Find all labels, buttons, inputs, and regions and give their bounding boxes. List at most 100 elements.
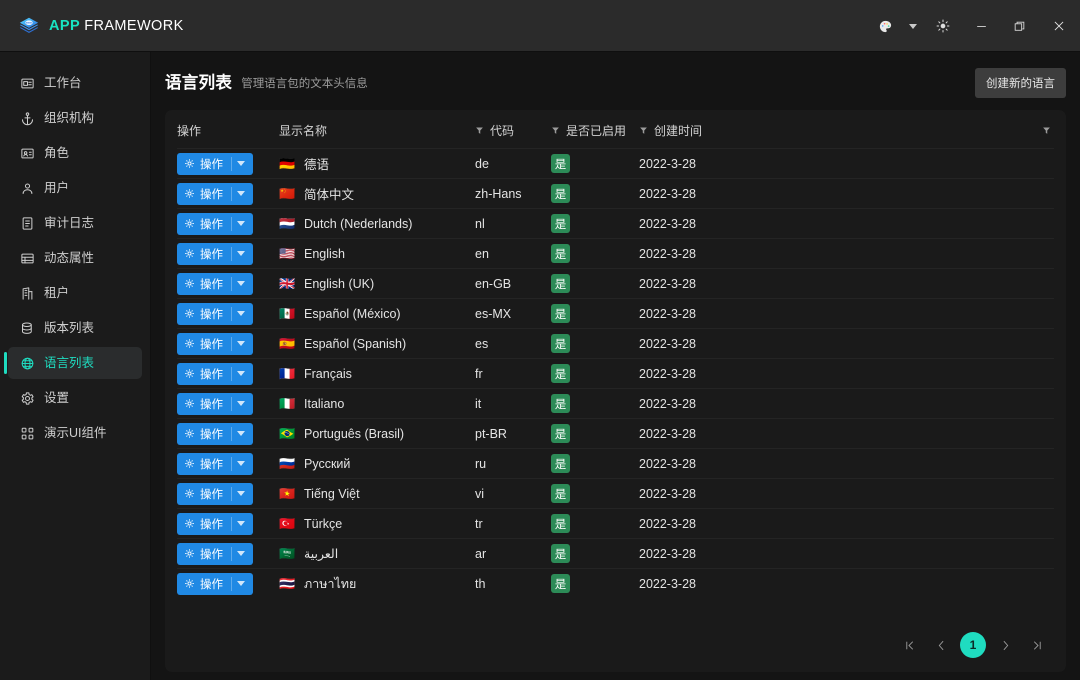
pagination-first[interactable]	[896, 632, 922, 658]
row-action-button[interactable]: 操作	[177, 452, 253, 475]
chevron-down-icon[interactable]	[237, 341, 245, 346]
cell-created: 2022-3-28	[639, 426, 696, 441]
pagination-prev[interactable]	[928, 632, 954, 658]
chevron-down-icon[interactable]	[237, 161, 245, 166]
chevron-down-icon[interactable]	[237, 461, 245, 466]
table-row: 操作 🇮🇹 Italiano it 是 2022-3-28	[177, 388, 1054, 419]
action-divider	[231, 306, 232, 321]
sidebar-item-6[interactable]: 动态属性	[8, 242, 142, 274]
sidebar-item-label: 用户	[44, 180, 70, 195]
chevron-down-icon[interactable]	[237, 431, 245, 436]
cell-enabled: 是	[551, 329, 639, 359]
dashboard-icon	[21, 78, 34, 88]
cell-created: 2022-3-28	[639, 186, 696, 201]
id-card-icon	[21, 148, 34, 158]
row-action-label: 操作	[200, 278, 223, 291]
sidebar-item-11[interactable]: 演示UI组件	[8, 417, 142, 449]
chevron-down-icon[interactable]	[237, 551, 245, 556]
row-action-label: 操作	[200, 398, 223, 411]
chevron-down-icon[interactable]	[237, 251, 245, 256]
row-action-button[interactable]: 操作	[177, 242, 253, 265]
chevron-down-icon[interactable]	[237, 581, 245, 587]
table-header: 操作 显示名称 代码 是否已启用 创建时间	[177, 110, 1054, 149]
row-action-label: 操作	[200, 188, 223, 201]
filter-icon[interactable]	[475, 126, 484, 135]
cell-created: 2022-3-28	[639, 396, 696, 411]
language-table: 操作 显示名称 代码 是否已启用 创建时间 操作 🇩🇪 德语 de 是 2022…	[177, 110, 1054, 599]
sidebar-item-8[interactable]: 版本列表	[8, 312, 142, 344]
row-action-button[interactable]: 操作	[177, 332, 253, 355]
filter-icon[interactable]	[551, 126, 560, 135]
gear-icon	[21, 391, 34, 405]
cell-enabled: 是	[551, 269, 639, 299]
chevron-down-icon[interactable]	[237, 311, 245, 316]
language-name: Español (México)	[304, 306, 401, 321]
cell-created: 2022-3-28	[639, 156, 696, 171]
row-action-button[interactable]: 操作	[177, 152, 253, 175]
column-header-created[interactable]: 创建时间	[639, 110, 1054, 149]
chevron-left-icon	[938, 640, 943, 650]
theme-palette-button[interactable]	[868, 0, 902, 52]
minimize-button[interactable]	[962, 0, 1000, 52]
chevron-down-icon[interactable]	[237, 491, 245, 496]
close-button[interactable]	[1038, 0, 1080, 52]
row-action-button[interactable]: 操作	[177, 572, 253, 595]
sidebar-item-3[interactable]: 角色	[8, 137, 142, 169]
column-header-name[interactable]: 显示名称	[279, 110, 475, 149]
row-action-button[interactable]: 操作	[177, 302, 253, 325]
row-action-button[interactable]: 操作	[177, 212, 253, 235]
row-action-button[interactable]: 操作	[177, 512, 253, 535]
sidebar-item-4[interactable]: 用户	[8, 172, 142, 204]
row-action-label: 操作	[200, 428, 223, 441]
chevron-down-icon[interactable]	[237, 221, 245, 226]
column-header-enabled[interactable]: 是否已启用	[551, 110, 639, 149]
cell-action: 操作	[177, 179, 279, 209]
filter-icon-trailing[interactable]	[1042, 126, 1051, 135]
row-action-button[interactable]: 操作	[177, 482, 253, 505]
cell-code: zh-Hans	[475, 186, 522, 201]
cell-name: 🇮🇹 Italiano	[279, 389, 475, 419]
chevron-down-icon[interactable]	[237, 401, 245, 406]
page-header: 语言列表 管理语言包的文本头信息 创建新的语言	[165, 52, 1066, 110]
flag-icon: 🇺🇸	[279, 246, 296, 261]
theme-palette-caret[interactable]	[902, 0, 924, 52]
cell-action: 操作	[177, 299, 279, 329]
cell-code: ar	[475, 546, 487, 561]
sidebar-item-10[interactable]: 设置	[8, 382, 142, 414]
sidebar-item-7[interactable]: 租户	[8, 277, 142, 309]
row-action-button[interactable]: 操作	[177, 392, 253, 415]
row-action-button[interactable]: 操作	[177, 362, 253, 385]
filter-icon[interactable]	[639, 126, 648, 135]
chevron-down-icon[interactable]	[237, 371, 245, 376]
gear-icon	[185, 189, 194, 198]
column-header-action[interactable]: 操作	[177, 110, 279, 149]
sidebar-item-1[interactable]: 工作台	[8, 67, 142, 99]
create-language-button[interactable]: 创建新的语言	[975, 68, 1066, 98]
row-action-button[interactable]: 操作	[177, 422, 253, 445]
action-divider	[231, 276, 232, 291]
maximize-button[interactable]	[1000, 0, 1038, 52]
pagination-page-1[interactable]: 1	[960, 632, 986, 658]
pagination-next[interactable]	[992, 632, 1018, 658]
chevron-down-icon[interactable]	[237, 191, 245, 196]
pagination-last[interactable]	[1024, 632, 1050, 658]
chevron-down-icon[interactable]	[237, 281, 245, 286]
cell-name: 🇸🇦 العربية	[279, 539, 475, 569]
chevron-down-icon[interactable]	[237, 521, 245, 526]
row-action-button[interactable]: 操作	[177, 272, 253, 295]
row-action-label: 操作	[200, 548, 223, 561]
action-divider	[231, 336, 232, 351]
row-action-button[interactable]: 操作	[177, 182, 253, 205]
brightness-button[interactable]	[924, 0, 962, 52]
row-action-label: 操作	[200, 458, 223, 471]
column-header-code[interactable]: 代码	[475, 110, 551, 149]
row-action-button[interactable]: 操作	[177, 542, 253, 565]
sidebar-item-5[interactable]: 审计日志	[8, 207, 142, 239]
status-badge: 是	[551, 334, 570, 353]
cell-enabled: 是	[551, 569, 639, 599]
cell-action: 操作	[177, 449, 279, 479]
cell-code: th	[475, 576, 486, 591]
sidebar-item-9[interactable]: 语言列表	[4, 347, 142, 379]
sidebar-item-2[interactable]: 组织机构	[8, 102, 142, 134]
cell-action: 操作	[177, 539, 279, 569]
